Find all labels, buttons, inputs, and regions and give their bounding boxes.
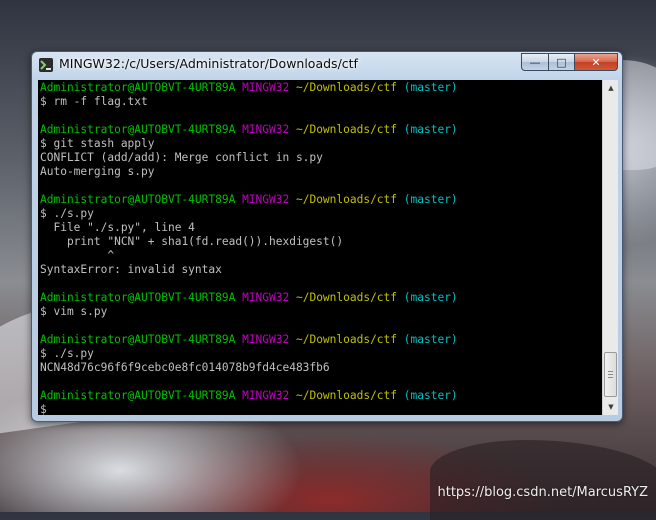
output-line: CONFLICT (add/add): Merge conflict in s.…	[40, 151, 323, 164]
terminal-window: MINGW32:/c/Users/Administrator/Downloads…	[31, 51, 623, 422]
prompt-system: MINGW32	[242, 193, 290, 206]
prompt-branch: (master)	[403, 291, 458, 304]
prompt-branch: (master)	[403, 193, 458, 206]
vertical-scrollbar[interactable]: ▲ ▼	[602, 80, 618, 415]
prompt-user-host: Administrator@AUTOBVT-4URT89A	[40, 81, 236, 94]
terminal-lines: Administrator@AUTOBVT-4URT89A MINGW32 ~/…	[40, 81, 602, 415]
prompt-branch: (master)	[403, 389, 458, 402]
output-line: Auto-merging s.py	[40, 165, 155, 178]
watermark-text: https://blog.csdn.net/MarcusRYZ	[437, 485, 648, 500]
maximize-button[interactable]: □	[548, 53, 574, 71]
prompt-path: ~/Downloads/ctf	[295, 123, 398, 136]
minimize-button[interactable]: —	[521, 53, 548, 71]
prompt-branch: (master)	[403, 333, 458, 346]
prompt-line: Administrator@AUTOBVT-4URT89A MINGW32 ~/…	[40, 333, 602, 347]
prompt-line: Administrator@AUTOBVT-4URT89A MINGW32 ~/…	[40, 193, 602, 207]
output-line: $ vim s.py	[40, 305, 108, 318]
wallpaper-rock	[430, 440, 656, 520]
prompt-branch: (master)	[403, 81, 458, 94]
output-line: $ git stash apply	[40, 137, 155, 150]
prompt-path: ~/Downloads/ctf	[295, 291, 398, 304]
prompt-user-host: Administrator@AUTOBVT-4URT89A	[40, 123, 236, 136]
prompt-user-host: Administrator@AUTOBVT-4URT89A	[40, 333, 236, 346]
prompt-user-host: Administrator@AUTOBVT-4URT89A	[40, 193, 236, 206]
close-icon: ✕	[591, 55, 601, 69]
prompt-system: MINGW32	[242, 333, 290, 346]
caption-buttons: — □ ✕	[521, 53, 618, 72]
output-line: SyntaxError: invalid syntax	[40, 263, 222, 276]
prompt-line: Administrator@AUTOBVT-4URT89A MINGW32 ~/…	[40, 291, 602, 305]
mingw-git-icon[interactable]	[38, 57, 54, 73]
prompt-system: MINGW32	[242, 123, 290, 136]
prompt-user-host: Administrator@AUTOBVT-4URT89A	[40, 389, 236, 402]
prompt-line: Administrator@AUTOBVT-4URT89A MINGW32 ~/…	[40, 389, 602, 403]
scroll-down-icon[interactable]: ▼	[603, 399, 619, 415]
output-line: $	[40, 403, 47, 415]
output-line: ^	[40, 249, 115, 262]
output-line: File "./s.py", line 4	[40, 221, 195, 234]
prompt-branch: (master)	[403, 123, 458, 136]
minimize-icon: —	[529, 55, 541, 69]
prompt-path: ~/Downloads/ctf	[295, 81, 398, 94]
title-bar[interactable]: MINGW32:/c/Users/Administrator/Downloads…	[32, 52, 622, 78]
output-line: $ ./s.py	[40, 207, 94, 220]
prompt-system: MINGW32	[242, 389, 290, 402]
prompt-path: ~/Downloads/ctf	[295, 193, 398, 206]
prompt-path: ~/Downloads/ctf	[295, 333, 398, 346]
prompt-line: Administrator@AUTOBVT-4URT89A MINGW32 ~/…	[40, 123, 602, 137]
prompt-line: Administrator@AUTOBVT-4URT89A MINGW32 ~/…	[40, 81, 602, 95]
output-line: print "NCN" + sha1(fd.read()).hexdigest(…	[40, 235, 344, 248]
scroll-up-icon[interactable]: ▲	[603, 80, 619, 96]
scroll-thumb[interactable]	[604, 352, 617, 397]
prompt-system: MINGW32	[242, 81, 290, 94]
prompt-user-host: Administrator@AUTOBVT-4URT89A	[40, 291, 236, 304]
terminal-output[interactable]: Administrator@AUTOBVT-4URT89A MINGW32 ~/…	[38, 80, 602, 415]
output-line: NCN48d76c96f6f9cebc0e8fc014078b9fd4ce483…	[40, 361, 330, 374]
window-title: MINGW32:/c/Users/Administrator/Downloads…	[59, 56, 358, 71]
output-line: $ rm -f flag.txt	[40, 95, 148, 108]
output-line: $ ./s.py	[40, 347, 94, 360]
maximize-icon: □	[556, 55, 567, 69]
prompt-system: MINGW32	[242, 291, 290, 304]
prompt-path: ~/Downloads/ctf	[295, 389, 398, 402]
close-button[interactable]: ✕	[574, 53, 618, 71]
